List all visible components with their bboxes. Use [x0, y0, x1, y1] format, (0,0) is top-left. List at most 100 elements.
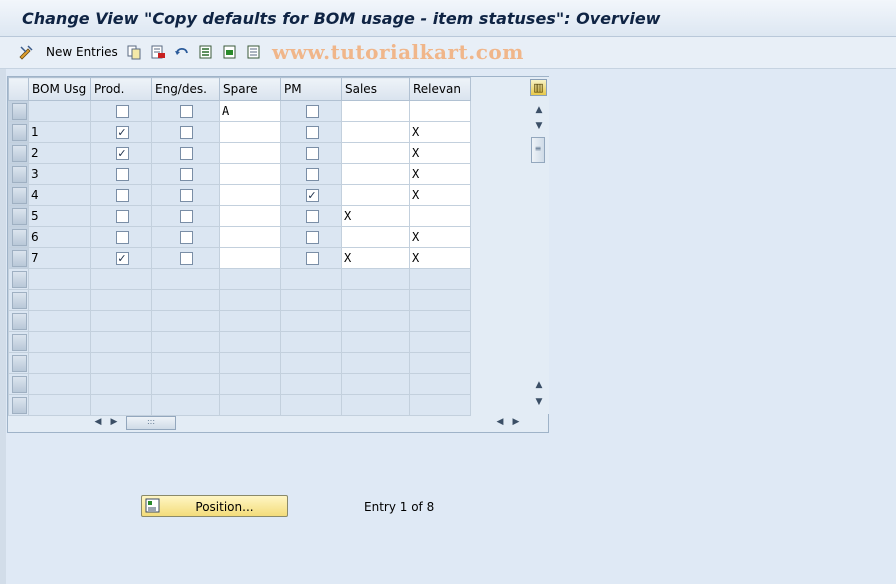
row-selector[interactable] [8, 247, 29, 269]
row-selector[interactable] [8, 121, 29, 143]
spare-field[interactable] [219, 226, 281, 248]
empty-cell [151, 310, 220, 332]
relevan-field[interactable] [409, 205, 471, 227]
prod-checkbox[interactable] [115, 168, 129, 181]
relevan-field[interactable]: X [409, 163, 471, 185]
pm-checkbox[interactable]: ✓ [305, 189, 319, 202]
sales-field[interactable] [341, 100, 410, 122]
prod-checkbox[interactable] [115, 210, 129, 223]
pm-checkbox[interactable] [305, 105, 319, 118]
sales-field[interactable] [341, 184, 410, 206]
pm-checkbox[interactable] [305, 210, 319, 223]
select-all-rows-button[interactable] [8, 77, 29, 101]
prod-checkbox[interactable] [115, 189, 129, 202]
relevan-field[interactable]: X [409, 121, 471, 143]
page-down-icon[interactable]: ▼ [531, 121, 547, 131]
col-header-spare[interactable]: Spare [219, 77, 281, 101]
pm-checkbox[interactable] [305, 126, 319, 139]
copy-icon[interactable] [126, 44, 142, 60]
eng-des-checkbox[interactable] [180, 210, 193, 223]
eng-des-checkbox[interactable] [180, 105, 193, 118]
eng-des-checkbox[interactable] [180, 168, 193, 181]
eng-des-checkbox[interactable] [180, 147, 193, 160]
vertical-scrollbar[interactable]: ▥ ▲ ▼ ≡ ▲ ▼ [529, 77, 549, 414]
sales-field[interactable] [341, 121, 410, 143]
row-selector[interactable] [8, 331, 29, 353]
sales-field[interactable]: X [341, 247, 410, 269]
row-selector[interactable] [8, 352, 29, 374]
vertical-scroll-thumb[interactable]: ≡ [531, 137, 545, 163]
page-up-icon[interactable]: ▲ [531, 380, 547, 390]
eng-des-checkbox[interactable] [180, 231, 193, 244]
pm-checkbox[interactable] [305, 252, 319, 265]
prod-checkbox[interactable]: ✓ [115, 126, 129, 139]
empty-cell [90, 268, 152, 290]
scroll-right-icon[interactable]: ▶ [508, 417, 524, 427]
relevan-field[interactable]: X [409, 226, 471, 248]
col-header-relevan[interactable]: Relevan [409, 77, 471, 101]
eng-des-checkbox-cell [151, 205, 220, 227]
table-settings-icon[interactable]: ▥ [530, 79, 547, 96]
page-right-icon[interactable]: ▶ [106, 417, 122, 427]
scroll-left-icon[interactable]: ◀ [90, 417, 106, 427]
relevan-field[interactable]: X [409, 247, 471, 269]
pm-checkbox[interactable] [305, 231, 319, 244]
prod-checkbox[interactable] [115, 105, 129, 118]
prod-checkbox[interactable]: ✓ [115, 252, 129, 265]
bom-usage-cell: 4 [28, 184, 91, 206]
position-button[interactable]: Position... [141, 495, 288, 517]
spare-field[interactable]: A [219, 100, 281, 122]
prod-checkbox[interactable]: ✓ [115, 147, 129, 160]
table-row: 3X [8, 163, 474, 185]
row-selector[interactable] [8, 184, 29, 206]
pm-checkbox[interactable] [305, 147, 319, 160]
relevan-field[interactable]: X [409, 142, 471, 164]
scroll-down-icon[interactable]: ▼ [531, 397, 547, 407]
col-header-prod[interactable]: Prod. [90, 77, 152, 101]
select-all-icon[interactable] [198, 44, 214, 60]
spare-field[interactable] [219, 142, 281, 164]
empty-cell [280, 268, 342, 290]
sales-field[interactable] [341, 226, 410, 248]
eng-des-checkbox[interactable] [180, 126, 193, 139]
sales-field[interactable] [341, 163, 410, 185]
spare-field[interactable] [219, 247, 281, 269]
pm-checkbox[interactable] [305, 168, 319, 181]
col-header-bom-usage[interactable]: BOM Usg [28, 77, 91, 101]
row-selector[interactable] [8, 268, 29, 290]
undo-icon[interactable] [174, 44, 190, 60]
spare-field[interactable] [219, 121, 281, 143]
relevan-field[interactable]: X [409, 184, 471, 206]
horizontal-scrollbar[interactable]: ◀ ▶ ::: ◀ ▶ [88, 414, 528, 432]
row-selector[interactable] [8, 310, 29, 332]
spare-field[interactable] [219, 184, 281, 206]
sales-field[interactable] [341, 142, 410, 164]
eng-des-checkbox[interactable] [180, 189, 193, 202]
eng-des-checkbox[interactable] [180, 252, 193, 265]
prod-checkbox[interactable] [115, 231, 129, 244]
empty-cell [280, 310, 342, 332]
display-change-icon[interactable] [18, 44, 34, 60]
select-block-icon[interactable] [222, 44, 238, 60]
delete-icon[interactable] [150, 44, 166, 60]
col-header-sales[interactable]: Sales [341, 77, 410, 101]
row-selector[interactable] [8, 373, 29, 395]
row-selector[interactable] [8, 394, 29, 416]
row-selector[interactable] [8, 289, 29, 311]
new-entries-button[interactable]: New Entries [46, 45, 118, 59]
spare-field[interactable] [219, 163, 281, 185]
deselect-all-icon[interactable] [246, 44, 262, 60]
row-selector[interactable] [8, 226, 29, 248]
row-selector[interactable] [8, 205, 29, 227]
sales-field[interactable]: X [341, 205, 410, 227]
page-left-icon[interactable]: ◀ [492, 417, 508, 427]
spare-field[interactable] [219, 205, 281, 227]
col-header-pm[interactable]: PM [280, 77, 342, 101]
horizontal-scroll-thumb[interactable]: ::: [126, 416, 176, 430]
row-selector[interactable] [8, 163, 29, 185]
col-header-eng-des[interactable]: Eng/des. [151, 77, 220, 101]
row-selector[interactable] [8, 100, 29, 122]
relevan-field[interactable] [409, 100, 471, 122]
row-selector[interactable] [8, 142, 29, 164]
scroll-up-icon[interactable]: ▲ [531, 105, 547, 115]
